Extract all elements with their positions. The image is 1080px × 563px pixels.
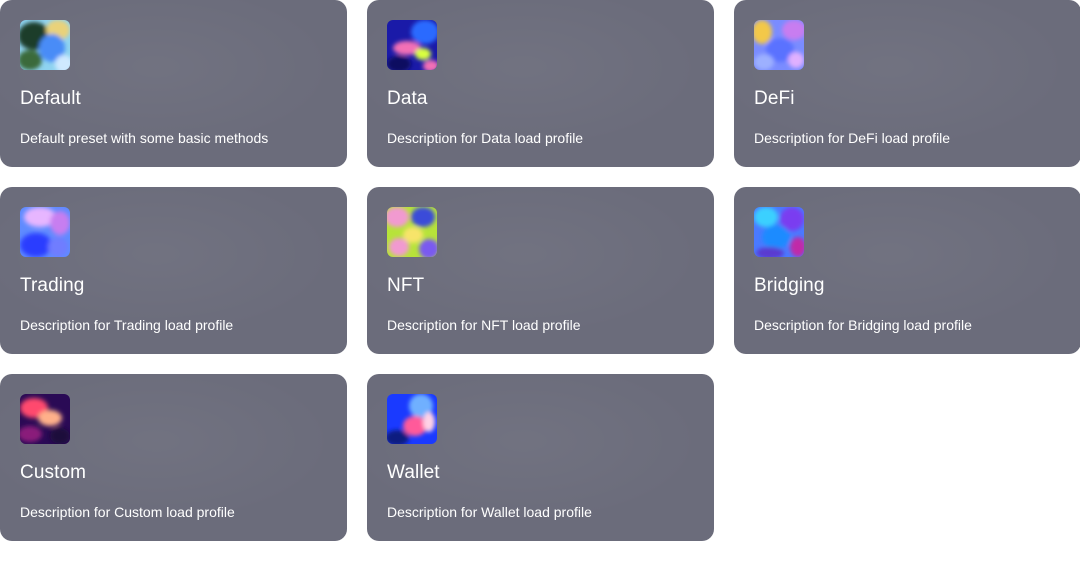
profile-title: DeFi <box>754 88 795 109</box>
profile-description: Description for DeFi load profile <box>754 130 951 146</box>
profile-description: Default preset with some basic methods <box>20 130 269 146</box>
custom-art-icon <box>20 394 70 444</box>
profile-title: Default <box>20 88 81 109</box>
profile-card-bridging[interactable]: Bridging Description for Bridging load p… <box>734 187 1080 354</box>
profile-card-default[interactable]: Default Default preset with some basic m… <box>0 0 347 167</box>
profile-title: Bridging <box>754 275 825 296</box>
wallet-art-icon <box>387 394 437 444</box>
nft-art-icon <box>387 207 437 257</box>
profile-card-trading[interactable]: Trading Description for Trading load pro… <box>0 187 347 354</box>
profile-description: Description for Wallet load profile <box>387 504 592 520</box>
profile-description: Description for Custom load profile <box>20 504 235 520</box>
profile-title: Custom <box>20 462 87 483</box>
trading-art-icon <box>20 207 70 257</box>
profile-card-defi[interactable]: DeFi Description for DeFi load profile <box>734 0 1080 167</box>
bridging-art-icon <box>754 207 804 257</box>
profile-card-data[interactable]: Data Description for Data load profile <box>367 0 714 167</box>
profile-description: Description for Bridging load profile <box>754 317 972 333</box>
profile-title: Trading <box>20 275 85 296</box>
load-profile-grid: Default Default preset with some basic m… <box>0 0 1080 541</box>
profile-description: Description for Data load profile <box>387 130 584 146</box>
default-art-icon <box>20 20 70 70</box>
profile-card-wallet[interactable]: Wallet Description for Wallet load profi… <box>367 374 714 541</box>
profile-description: Description for Trading load profile <box>20 317 234 333</box>
profile-title: Data <box>387 88 428 109</box>
profile-card-nft[interactable]: NFT Description for NFT load profile <box>367 187 714 354</box>
profile-description: Description for NFT load profile <box>387 317 581 333</box>
profile-title: NFT <box>387 275 425 296</box>
data-art-icon <box>387 20 437 70</box>
profile-card-custom[interactable]: Custom Description for Custom load profi… <box>0 374 347 541</box>
defi-art-icon <box>754 20 804 70</box>
profile-title: Wallet <box>387 462 440 483</box>
